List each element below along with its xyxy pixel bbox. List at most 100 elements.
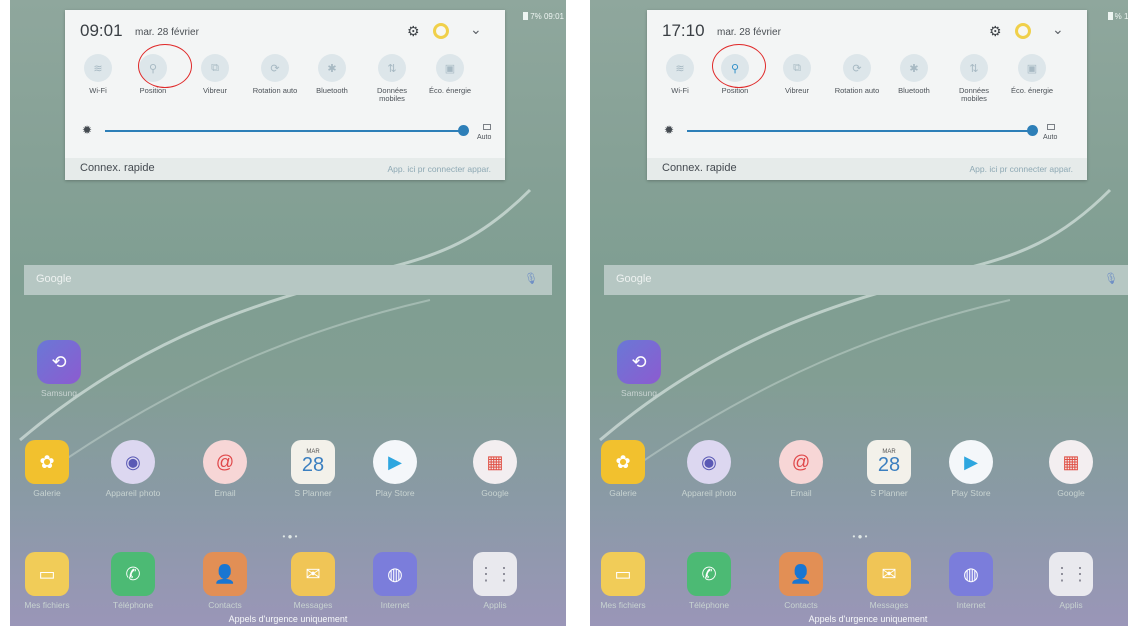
microphone-icon[interactable]: 🎙 bbox=[524, 272, 538, 285]
brightness-slider-thumb[interactable] bbox=[1027, 125, 1038, 136]
apps-grid-icon: ⋮⋮ bbox=[1049, 552, 1093, 596]
battery-icon bbox=[523, 12, 529, 20]
app-contacts[interactable]: 👤 Contacts bbox=[766, 552, 836, 610]
messages-icon: ✉ bbox=[867, 552, 911, 596]
brightness-icon: ✹ bbox=[664, 123, 675, 137]
toggle-power-saving[interactable]: ▣ Éco. énergie bbox=[422, 54, 478, 95]
app-camera[interactable]: ◉ Appareil photo bbox=[98, 440, 168, 498]
toggle-label: Bluetooth bbox=[316, 86, 348, 95]
auto-brightness-checkbox[interactable] bbox=[1047, 124, 1055, 130]
app-messages[interactable]: ✉ Messages bbox=[278, 552, 348, 610]
toggle-mobile-data[interactable]: ⇅ Données mobiles bbox=[364, 54, 420, 103]
app-internet[interactable]: ◍ Internet bbox=[936, 552, 1006, 610]
app-contacts[interactable]: 👤 Contacts bbox=[190, 552, 260, 610]
app-label: Google bbox=[481, 488, 509, 498]
toggle-vibrate[interactable]: ⧉ Vibreur bbox=[187, 54, 243, 95]
page-indicator: • ● • bbox=[852, 532, 868, 541]
app-google-folder[interactable]: ▦ Google bbox=[1036, 440, 1106, 498]
contacts-icon: 👤 bbox=[203, 552, 247, 596]
app-label: Mes fichiers bbox=[600, 600, 646, 610]
toggle-mobile-data[interactable]: ⇅ Données mobiles bbox=[946, 54, 1002, 103]
screenshot-left: 7% 09:01 09:01 mar. 28 février ⚙ ⌄ ≋ Wi-F… bbox=[10, 0, 566, 626]
quick-settings-panel: 17:10 mar. 28 février ⚙ ⌄ ≋ Wi-Fi ⚲ Positio… bbox=[647, 10, 1087, 180]
app-phone[interactable]: ✆ Téléphone bbox=[98, 552, 168, 610]
app-folder[interactable]: ▭ Mes fichiers bbox=[12, 552, 82, 610]
app-label: Internet bbox=[380, 600, 410, 610]
google-search-bar[interactable]: Google 🎙 bbox=[24, 265, 552, 295]
toggle-label: Données mobiles bbox=[376, 86, 408, 103]
app-label: Appareil photo bbox=[105, 488, 161, 498]
brightness-icon: ✹ bbox=[82, 123, 93, 137]
app-label: Email bbox=[214, 488, 236, 498]
quick-connect-bar[interactable]: Connex. rapide App. ici pr connecter app… bbox=[65, 158, 505, 180]
brightness-slider[interactable] bbox=[105, 130, 463, 132]
google-search-bar[interactable]: Google 🎙 bbox=[604, 265, 1128, 295]
app-gallery[interactable]: ✿ Galerie bbox=[590, 440, 658, 498]
bluetooth-icon: ✱ bbox=[900, 54, 928, 82]
app-camera[interactable]: ◉ Appareil photo bbox=[674, 440, 744, 498]
emergency-calls-text: Appels d'urgence uniquement bbox=[228, 614, 348, 624]
brightness-slider-thumb[interactable] bbox=[458, 125, 469, 136]
app-samsung[interactable]: ⟲ Samsung bbox=[604, 340, 674, 398]
app-label: Play Store bbox=[375, 488, 415, 498]
app-messages[interactable]: ✉ Messages bbox=[854, 552, 924, 610]
battery-icon bbox=[1107, 12, 1113, 20]
user-profile-icon[interactable] bbox=[433, 23, 449, 39]
app-play-store[interactable]: ▶ Play Store bbox=[360, 440, 430, 498]
toggle-rotation[interactable]: ⟳ Rotation auto bbox=[829, 54, 885, 95]
gallery-icon: ✿ bbox=[25, 440, 69, 484]
rotation-icon: ⟳ bbox=[261, 54, 289, 82]
toggle-label: Éco. énergie bbox=[428, 86, 472, 95]
app-google-folder[interactable]: ▦ Google bbox=[460, 440, 530, 498]
app-samsung[interactable]: ⟲ Samsung bbox=[24, 340, 94, 398]
settings-gear-icon[interactable]: ⚙ bbox=[989, 23, 1002, 40]
app-label: Email bbox=[790, 488, 812, 498]
quick-connect-label: Connex. rapide bbox=[662, 162, 737, 174]
toggle-label: Position bbox=[721, 86, 749, 95]
app-label: Messages bbox=[293, 600, 333, 610]
app-gallery[interactable]: ✿ Galerie bbox=[12, 440, 82, 498]
toggle-vibrate[interactable]: ⧉ Vibreur bbox=[769, 54, 825, 95]
app-play-store[interactable]: ▶ Play Store bbox=[936, 440, 1006, 498]
wifi-icon: ≋ bbox=[84, 54, 112, 82]
brightness-slider[interactable] bbox=[687, 130, 1032, 132]
toggle-power-saving[interactable]: ▣ Éco. énergie bbox=[1004, 54, 1060, 95]
calendar-day: 28 bbox=[877, 454, 901, 476]
toggle-wifi[interactable]: ≋ Wi-Fi bbox=[70, 54, 126, 95]
app-label: Messages bbox=[869, 600, 909, 610]
chevron-down-icon[interactable]: ⌄ bbox=[470, 21, 482, 38]
rotation-icon: ⟳ bbox=[843, 54, 871, 82]
microphone-icon[interactable]: 🎙 bbox=[1104, 272, 1118, 285]
auto-brightness-checkbox[interactable] bbox=[483, 124, 491, 130]
toggle-rotation[interactable]: ⟳ Rotation auto bbox=[247, 54, 303, 95]
google-logo: Google bbox=[36, 273, 72, 285]
app-calendar[interactable]: MAR 28 S Planner bbox=[854, 440, 924, 498]
app-internet[interactable]: ◍ Internet bbox=[360, 552, 430, 610]
vibrate-icon: ⧉ bbox=[783, 54, 811, 82]
settings-gear-icon[interactable]: ⚙ bbox=[407, 23, 420, 40]
app-email[interactable]: @ Email bbox=[190, 440, 260, 498]
toggle-label: Rotation auto bbox=[834, 86, 880, 95]
app-phone[interactable]: ✆ Téléphone bbox=[674, 552, 744, 610]
app-folder[interactable]: ▭ Mes fichiers bbox=[590, 552, 658, 610]
app-label: Google bbox=[1057, 488, 1085, 498]
camera-icon: ◉ bbox=[111, 440, 155, 484]
sync-icon: ⟲ bbox=[617, 340, 661, 384]
phone-icon: ✆ bbox=[687, 552, 731, 596]
toggle-bluetooth[interactable]: ✱ Bluetooth bbox=[304, 54, 360, 95]
mobile-data-icon: ⇅ bbox=[960, 54, 988, 82]
toggle-wifi[interactable]: ≋ Wi-Fi bbox=[652, 54, 708, 95]
calendar-icon: MAR 28 bbox=[291, 440, 335, 484]
toggle-label: Wi-Fi bbox=[671, 86, 689, 95]
panel-date: mar. 28 février bbox=[717, 27, 781, 38]
quick-connect-bar[interactable]: Connex. rapide App. ici pr connecter app… bbox=[647, 158, 1087, 180]
app-apps-grid[interactable]: ⋮⋮ Applis bbox=[1036, 552, 1106, 610]
chevron-down-icon[interactable]: ⌄ bbox=[1052, 21, 1064, 38]
screenshot-right: % 17:10 17:10 mar. 28 février ⚙ ⌄ ≋ Wi-Fi… bbox=[590, 0, 1128, 626]
user-profile-icon[interactable] bbox=[1015, 23, 1031, 39]
app-calendar[interactable]: MAR 28 S Planner bbox=[278, 440, 348, 498]
app-apps-grid[interactable]: ⋮⋮ Applis bbox=[460, 552, 530, 610]
toggle-bluetooth[interactable]: ✱ Bluetooth bbox=[886, 54, 942, 95]
app-email[interactable]: @ Email bbox=[766, 440, 836, 498]
app-label: Contacts bbox=[208, 600, 242, 610]
